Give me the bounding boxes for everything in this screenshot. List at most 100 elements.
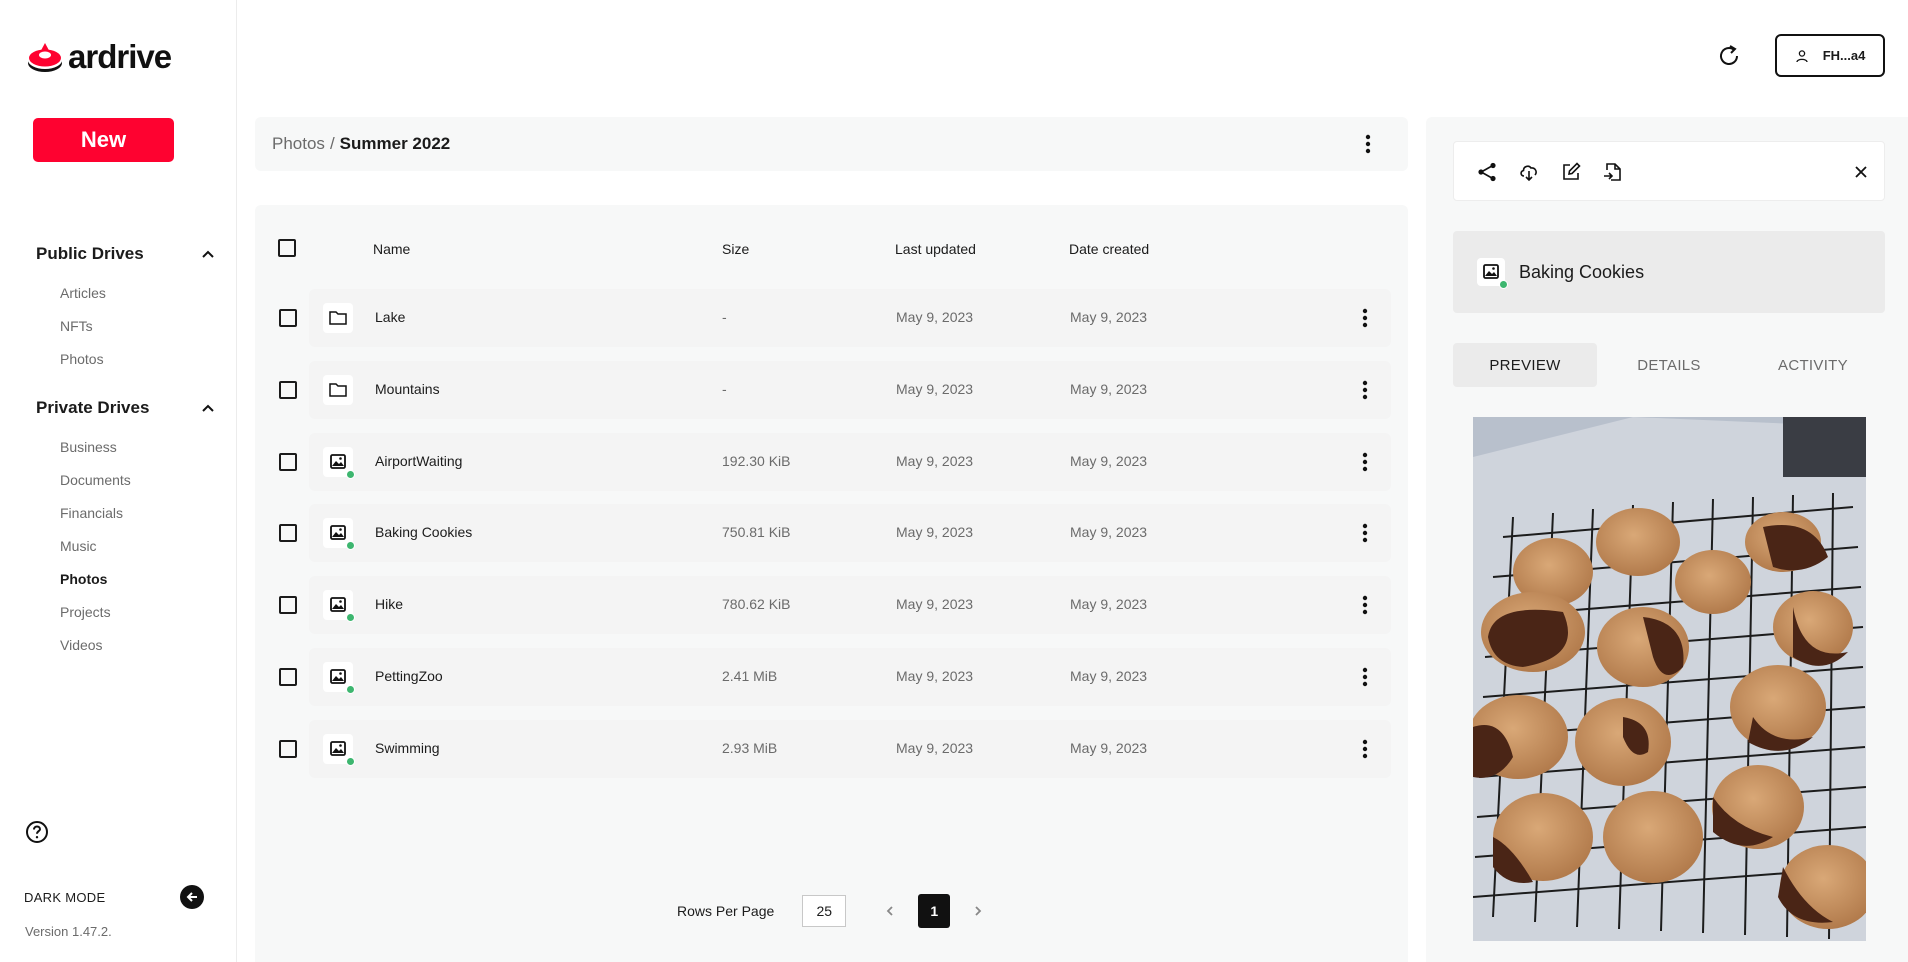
file-size: - (722, 380, 727, 397)
header-date-created[interactable]: Date created (1069, 241, 1149, 257)
row-checkbox[interactable] (279, 309, 297, 327)
download-icon[interactable] (1518, 161, 1540, 183)
sidebar-item-private-drive[interactable]: Photos (36, 563, 216, 596)
synced-status-dot (346, 685, 355, 694)
more-vertical-icon[interactable] (1353, 450, 1377, 474)
row-checkbox[interactable] (279, 596, 297, 615)
chevron-up-icon[interactable] (200, 400, 216, 416)
sidebar-item-private-drive[interactable]: Projects (36, 596, 216, 629)
more-vertical-icon[interactable] (1353, 521, 1377, 545)
details-title-card: Baking Cookies (1453, 231, 1885, 313)
select-all-checkbox[interactable] (278, 239, 296, 257)
more-vertical-icon[interactable] (1353, 378, 1377, 402)
refresh-icon[interactable] (1716, 43, 1742, 69)
file-name[interactable]: Hike (375, 596, 403, 612)
row-checkbox[interactable] (279, 380, 297, 399)
table-row[interactable]: Hike 780.62 KiB May 9, 2023 May 9, 2023 (279, 576, 1391, 635)
chevron-left-icon (887, 906, 893, 916)
breadcrumb-separator: / (329, 134, 335, 153)
table-row[interactable]: Lake - May 9, 2023 May 9, 2023 (279, 289, 1391, 347)
tab-details[interactable]: DETAILS (1597, 343, 1741, 387)
table-row[interactable]: Baking Cookies 750.81 KiB May 9, 2023 May 9… (279, 504, 1391, 563)
file-name[interactable]: AirportWaiting (375, 453, 462, 469)
public-drives-label: Public Drives (36, 244, 144, 263)
cookies-image (1473, 417, 1866, 941)
header-last-updated[interactable]: Last updated (895, 241, 976, 257)
private-drives-label: Private Drives (36, 398, 150, 417)
file-name[interactable]: Lake (375, 309, 405, 325)
private-drives-toggle[interactable]: Private Drives (36, 397, 216, 419)
file-date-created: May 9, 2023 (1070, 452, 1148, 469)
row-checkbox[interactable] (279, 452, 297, 471)
file-size: 2.93 MiB (722, 739, 778, 756)
rows-per-page-select[interactable]: 25 (802, 895, 847, 927)
more-vertical-icon[interactable] (1356, 132, 1380, 156)
table-row[interactable]: PettingZoo 2.41 MiB May 9, 2023 May 9, 2023 (279, 648, 1391, 706)
pagination: Rows Per Page 25 1 (677, 894, 988, 928)
close-icon[interactable] (1850, 161, 1872, 183)
file-last-updated: May 9, 2023 (896, 739, 974, 756)
sidebar-item-private-drive[interactable]: Music (36, 530, 216, 563)
public-drives-toggle[interactable]: Public Drives (36, 243, 216, 265)
tab-preview[interactable]: PREVIEW (1453, 343, 1597, 387)
edit-icon[interactable] (1560, 161, 1582, 183)
file-size: 750.81 KiB (722, 524, 791, 541)
page-number-button[interactable]: 1 (918, 894, 951, 928)
file-name[interactable]: PettingZoo (375, 668, 443, 684)
next-page-button[interactable] (968, 901, 988, 921)
synced-status-dot (346, 613, 355, 623)
file-name[interactable]: Baking Cookies (375, 524, 472, 540)
details-panel: Baking Cookies PREVIEW DETAILS ACTIVITY (1426, 117, 1908, 962)
file-date-created: May 9, 2023 (1070, 668, 1148, 684)
sidebar-item-private-drive[interactable]: Videos (36, 629, 216, 662)
tab-activity[interactable]: ACTIVITY (1741, 343, 1885, 387)
sidebar-item-public-drive[interactable]: Articles (36, 277, 216, 310)
move-file-icon[interactable] (1602, 161, 1624, 183)
new-button[interactable]: New (33, 118, 174, 162)
more-vertical-icon[interactable] (1353, 306, 1377, 330)
app-logo[interactable]: ardrive (26, 38, 172, 76)
rows-per-page-label: Rows Per Page (677, 903, 775, 919)
breadcrumb-current: Summer 2022 (339, 134, 451, 153)
breadcrumb-parent[interactable]: Photos (272, 134, 325, 154)
sidebar-item-private-drive[interactable]: Financials (36, 497, 216, 530)
header-size[interactable]: Size (722, 241, 749, 257)
prev-page-button[interactable] (880, 901, 900, 921)
more-vertical-icon[interactable] (1353, 593, 1377, 617)
row-checkbox[interactable] (279, 739, 297, 758)
ardrive-logo-icon (28, 43, 62, 72)
share-icon[interactable] (1476, 161, 1498, 183)
dark-mode-toggle[interactable]: DARK MODE (24, 885, 204, 909)
row-checkbox[interactable] (279, 524, 297, 543)
header-name[interactable]: Name (373, 241, 410, 257)
sidebar-item-private-drive[interactable]: Documents (36, 464, 216, 497)
file-size: - (722, 309, 727, 325)
sidebar-item-private-drive[interactable]: Business (36, 431, 216, 464)
file-name[interactable]: Swimming (375, 740, 440, 756)
help-icon[interactable] (25, 820, 49, 844)
file-table: Name Size Last updated Date created Lake… (255, 205, 1408, 962)
more-vertical-icon[interactable] (1353, 665, 1377, 689)
image-file-icon (1477, 258, 1508, 289)
table-row[interactable]: Swimming 2.93 MiB May 9, 2023 May 9, 2023 (279, 719, 1391, 778)
table-row[interactable]: AirportWaiting 192.30 KiB May 9, 2023 May 9… (279, 432, 1391, 491)
user-wallet-label: FH...a4 (1822, 48, 1866, 63)
file-name[interactable]: Mountains (375, 381, 440, 397)
image-file-icon (323, 733, 355, 766)
folder-icon (323, 374, 353, 405)
table-row[interactable]: Mountains - May 9, 2023 May 9, 2023 (279, 360, 1391, 419)
synced-status-dot (346, 756, 355, 766)
details-tabs: PREVIEW DETAILS ACTIVITY (1453, 343, 1885, 387)
sidebar: ardrive New Public Drives Articles NFTs Ph… (0, 0, 237, 962)
sidebar-item-public-drive[interactable]: Photos (36, 343, 216, 376)
user-profile-button[interactable]: FH...a4 (1775, 34, 1885, 77)
file-date-created: May 9, 2023 (1070, 524, 1148, 541)
file-date-created: May 9, 2023 (1070, 739, 1148, 756)
more-vertical-icon[interactable] (1353, 737, 1377, 761)
version-text: Version 1.47.2. (25, 924, 112, 939)
synced-status-dot (346, 541, 355, 551)
row-checkbox[interactable] (279, 668, 297, 686)
sidebar-item-public-drive[interactable]: NFTs (36, 310, 216, 343)
chevron-up-icon[interactable] (200, 246, 216, 262)
dark-mode-switch[interactable] (180, 885, 204, 909)
